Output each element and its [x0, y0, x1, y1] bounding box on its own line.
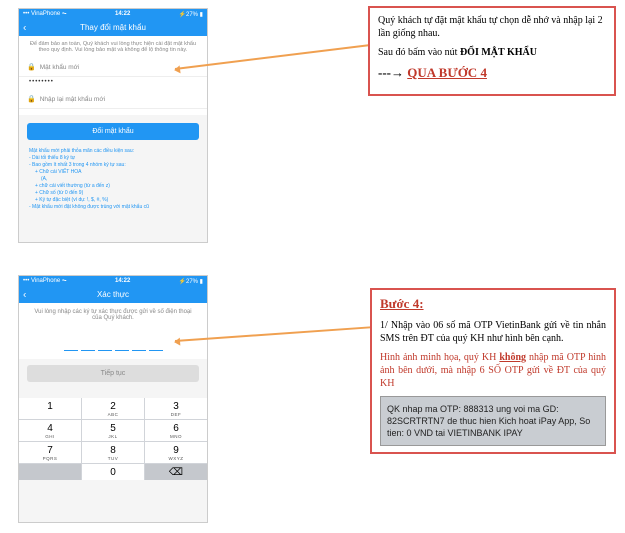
- carrier-label: ••• VinaPhone ⏦: [23, 11, 67, 18]
- callout-link-row: ---→ QUA BƯỚC 4: [378, 65, 606, 82]
- otp-digit[interactable]: [98, 335, 112, 351]
- info-text: Vui lòng nhập các ký tự xác thực được gử…: [19, 303, 207, 327]
- otp-digit[interactable]: [149, 335, 163, 351]
- otp-digit[interactable]: [115, 335, 129, 351]
- rule-subitem: + Chữ cái VIẾT HOA: [29, 169, 197, 176]
- screen-header: ‹ Thay đổi mật khẩu: [19, 19, 207, 36]
- key-4[interactable]: 4GHI: [19, 420, 81, 441]
- callout-text: Quý khách tự đặt mật khẩu tự chọn dễ nhớ…: [378, 14, 606, 40]
- key-2[interactable]: 2ABC: [82, 398, 144, 419]
- key-1[interactable]: 1: [19, 398, 81, 419]
- back-icon[interactable]: ‹: [23, 22, 26, 33]
- key-6[interactable]: 6MNO: [145, 420, 207, 441]
- field-label: Nhập lại mật khẩu mới: [40, 96, 105, 103]
- password-rules: Mật khẩu mới phải thỏa mãn các điều kiện…: [19, 148, 207, 211]
- time-label: 14:22: [115, 11, 130, 17]
- rule-item: - Mật khẩu mới đặt không được trùng với …: [29, 204, 197, 211]
- key-backspace[interactable]: ⌫: [145, 464, 207, 480]
- status-bar: ••• VinaPhone ⏦ 14:22 ⚡27% ▮: [19, 276, 207, 286]
- callout-warning: Hình ảnh minh họa, quý KH không nhập mã …: [380, 351, 606, 390]
- key-3[interactable]: 3DEF: [145, 398, 207, 419]
- continue-button[interactable]: Tiếp tục: [27, 365, 199, 382]
- header-title: Thay đổi mật khẩu: [80, 23, 146, 32]
- lock-icon: 🔒: [27, 63, 36, 71]
- key-9[interactable]: 9WXYZ: [145, 442, 207, 463]
- otp-digit[interactable]: [132, 335, 146, 351]
- step-title: Bước 4:: [380, 296, 424, 311]
- battery-label: ⚡27% ▮: [179, 11, 203, 18]
- numeric-keypad: 1 2ABC 3DEF 4GHI 5JKL 6MNO 7PQRS 8TUV 9W…: [19, 398, 207, 480]
- rule-item: - Dài tối thiểu 8 ký tự: [29, 155, 197, 162]
- status-bar: ••• VinaPhone ⏦ 14:22 ⚡27% ▮: [19, 9, 207, 19]
- change-password-button[interactable]: Đổi mật khẩu: [27, 123, 199, 140]
- time-label: 14:22: [115, 278, 130, 284]
- arrow-icon: ---→: [378, 65, 407, 80]
- sms-example: QK nhap ma OTP: 888313 ung voi ma GD: 82…: [380, 396, 606, 446]
- callout-text: 1/ Nhập vào 06 số mã OTP VietinBank gửi …: [380, 319, 606, 345]
- rule-subitem: + chữ cái viết thường (từ a đến z): [29, 183, 197, 190]
- otp-digit[interactable]: [64, 335, 78, 351]
- key-8[interactable]: 8TUV: [82, 442, 144, 463]
- key-0[interactable]: 0: [82, 464, 144, 480]
- phone-screenshot-otp: ••• VinaPhone ⏦ 14:22 ⚡27% ▮ ‹ Xác thực …: [18, 275, 208, 523]
- battery-label: ⚡27% ▮: [179, 278, 203, 285]
- rule-subitem: + Ký tự đặc biệt (ví dụ: !, $, #, %): [29, 197, 197, 204]
- key-5[interactable]: 5JKL: [82, 420, 144, 441]
- rule-item: - Bao gồm ít nhất 3 trong 4 nhóm ký tự s…: [29, 162, 197, 169]
- instruction-callout-1: Quý khách tự đặt mật khẩu tự chọn dễ nhớ…: [368, 6, 616, 96]
- instruction-callout-2: Bước 4: 1/ Nhập vào 06 số mã OTP VietinB…: [370, 288, 616, 454]
- callout-text: Sau đó bấm vào nút ĐỔI MẬT KHẨU: [378, 46, 606, 59]
- rules-title: Mật khẩu mới phải thỏa mãn các điều kiện…: [29, 148, 197, 155]
- header-title: Xác thực: [97, 290, 129, 299]
- key-7[interactable]: 7PQRS: [19, 442, 81, 463]
- rule-subitem: + Chữ số (từ 0 đến 9): [29, 190, 197, 197]
- lock-icon: 🔒: [27, 95, 36, 103]
- carrier-label: ••• VinaPhone ⏦: [23, 278, 67, 285]
- password-value: ••••••••: [19, 77, 207, 90]
- field-label: Mật khẩu mới: [40, 64, 80, 71]
- key-blank: [19, 464, 81, 480]
- back-icon[interactable]: ‹: [23, 289, 26, 300]
- otp-digit[interactable]: [81, 335, 95, 351]
- rule-subitem: (A,: [29, 176, 197, 183]
- step-link[interactable]: QUA BƯỚC 4: [407, 65, 487, 80]
- screen-header: ‹ Xác thực: [19, 286, 207, 303]
- confirm-password-field[interactable]: 🔒 Nhập lại mật khẩu mới: [19, 90, 207, 109]
- info-text: Để đảm bảo an toàn, Quý khách vui lòng t…: [19, 36, 207, 58]
- phone-screenshot-change-password: ••• VinaPhone ⏦ 14:22 ⚡27% ▮ ‹ Thay đổi …: [18, 8, 208, 243]
